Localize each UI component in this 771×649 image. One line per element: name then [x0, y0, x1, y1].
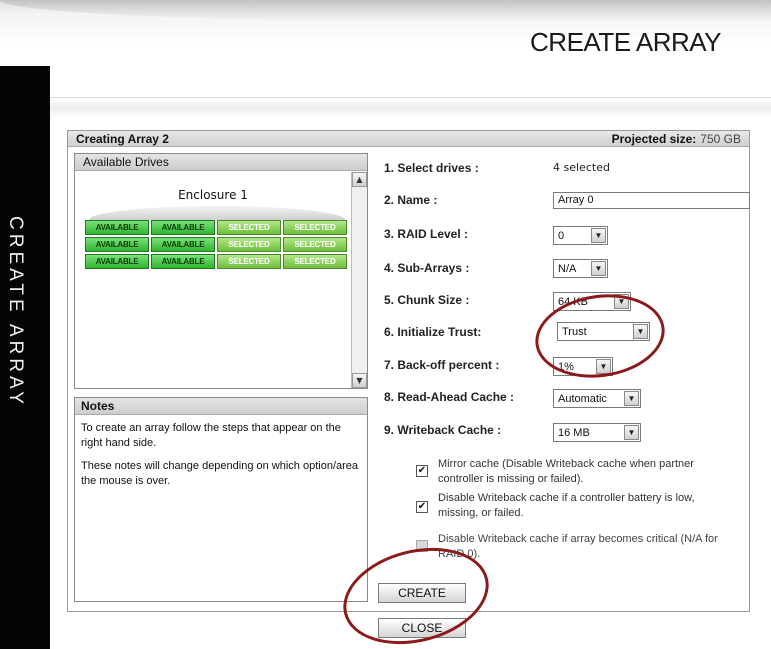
sub-arrays-select[interactable]: N/A ▼	[553, 259, 608, 278]
writeback-cache-select[interactable]: 16 MB ▼	[553, 423, 641, 442]
create-button[interactable]: CREATE	[378, 583, 466, 603]
critical-writeback-checkbox[interactable]	[416, 540, 428, 552]
drive-slot[interactable]: AVAILABLE	[151, 220, 215, 235]
drive-slot[interactable]: SELECTED	[217, 237, 281, 252]
battery-writeback-text: Disable Writeback cache if a controller …	[438, 492, 695, 519]
close-button[interactable]: CLOSE	[378, 618, 466, 638]
read-ahead-cache-value: Automatic	[558, 392, 607, 405]
step-read-ahead-cache-label: 8. Read-Ahead Cache :	[384, 390, 515, 404]
available-drives-heading: Available Drives	[75, 154, 367, 171]
initialize-trust-select[interactable]: Trust ▼	[557, 322, 650, 341]
page-title: CREATE ARRAY	[530, 27, 721, 57]
panel-header: Creating Array 2 Projected size: 750 GB	[68, 131, 749, 147]
initialize-trust-value: Trust	[562, 325, 587, 338]
battery-writeback-option: Disable Writeback cache if a controller …	[416, 491, 734, 523]
chevron-down-icon[interactable]: ▼	[596, 359, 611, 374]
drive-slot[interactable]: SELECTED	[217, 220, 281, 235]
create-array-screen: CREATE ARRAY CREATE ARRAY Creating Array…	[0, 0, 771, 649]
chevron-down-icon[interactable]: ▼	[624, 425, 639, 440]
enclosure-1: AVAILABLE AVAILABLE SELECTED SELECTED AVAILA…	[85, 206, 347, 278]
notes-paragraph-2: These notes will change depending on whi…	[81, 460, 359, 487]
step-select-drives-label: 1. Select drives :	[384, 161, 479, 175]
panel-title: Creating Array 2	[76, 131, 169, 146]
drive-slot[interactable]: AVAILABLE	[85, 220, 149, 235]
step-initialize-trust-label: 6. Initialize Trust:	[384, 325, 482, 339]
projected-size: Projected size: 750 GB	[612, 132, 741, 146]
create-array-panel: Creating Array 2 Projected size: 750 GB A…	[67, 130, 750, 612]
available-drives-box: Available Drives Enclosure 1 AVAILABLE AV…	[74, 153, 368, 389]
drive-slot[interactable]: AVAILABLE	[85, 254, 149, 269]
chunk-size-select[interactable]: 64 KB ▼	[553, 292, 631, 311]
drive-grid: AVAILABLE AVAILABLE SELECTED SELECTED AVAILA…	[85, 220, 347, 269]
enclosure-label: Enclosure 1	[178, 188, 248, 202]
step-back-off-percent-label: 7. Back-off percent :	[384, 358, 500, 372]
scroll-up-icon[interactable]: ▲	[352, 172, 367, 187]
chevron-down-icon[interactable]: ▼	[591, 261, 606, 276]
step-name-label: 2. Name :	[384, 193, 438, 207]
selected-drives-count: 4 selected	[553, 161, 610, 174]
drive-slot[interactable]: AVAILABLE	[151, 254, 215, 269]
notes-paragraph-1: To create an array follow the steps that…	[81, 422, 341, 449]
scroll-down-icon[interactable]: ▼	[352, 373, 367, 388]
critical-writeback-option: Disable Writeback cache if array becomes…	[416, 532, 734, 564]
chevron-down-icon[interactable]: ▼	[614, 294, 629, 309]
notes-heading: Notes	[75, 398, 367, 415]
chevron-down-icon[interactable]: ▼	[633, 324, 648, 339]
drive-slot[interactable]: AVAILABLE	[85, 237, 149, 252]
chevron-down-icon[interactable]: ▼	[624, 391, 639, 406]
read-ahead-cache-select[interactable]: Automatic ▼	[553, 389, 641, 408]
drives-scrollbar[interactable]: ▲ ▼	[351, 172, 367, 388]
drive-slot[interactable]: SELECTED	[283, 237, 347, 252]
back-off-percent-select[interactable]: 1% ▼	[553, 357, 613, 376]
raid-level-select[interactable]: 0 ▼	[553, 226, 608, 245]
notes-body: To create an array follow the steps that…	[75, 415, 367, 489]
battery-writeback-checkbox[interactable]	[416, 501, 428, 513]
enclosure-top	[89, 206, 345, 220]
projected-size-value: 750 GB	[700, 131, 741, 146]
step-raid-level-label: 3. RAID Level :	[384, 227, 469, 241]
array-name-input[interactable]: Array 0	[553, 192, 750, 209]
chunk-size-value: 64 KB	[558, 295, 588, 308]
drive-slot[interactable]: AVAILABLE	[151, 237, 215, 252]
writeback-cache-value: 16 MB	[558, 426, 590, 439]
drive-slot[interactable]: SELECTED	[283, 254, 347, 269]
step-writeback-cache-label: 9. Writeback Cache :	[384, 423, 502, 437]
chevron-down-icon[interactable]: ▼	[591, 228, 606, 243]
projected-size-label: Projected size:	[611, 131, 697, 146]
sub-arrays-value: N/A	[558, 262, 577, 275]
sidebar: CREATE ARRAY	[0, 66, 50, 649]
notes-box: Notes To create an array follow the step…	[74, 397, 368, 602]
drive-slot[interactable]: SELECTED	[217, 254, 281, 269]
separator-band	[50, 97, 771, 119]
step-sub-arrays-label: 4. Sub-Arrays :	[384, 261, 470, 275]
raid-level-value: 0	[558, 229, 565, 242]
critical-writeback-text: Disable Writeback cache if array becomes…	[438, 533, 718, 560]
mirror-cache-text: Mirror cache (Disable Writeback cache wh…	[438, 458, 694, 485]
back-off-percent-value: 1%	[558, 360, 574, 373]
mirror-cache-checkbox[interactable]	[416, 465, 428, 477]
mirror-cache-option: Mirror cache (Disable Writeback cache wh…	[416, 457, 734, 489]
drive-slot[interactable]: SELECTED	[283, 220, 347, 235]
step-chunk-size-label: 5. Chunk Size :	[384, 293, 470, 307]
sidebar-title: CREATE ARRAY	[5, 216, 26, 408]
